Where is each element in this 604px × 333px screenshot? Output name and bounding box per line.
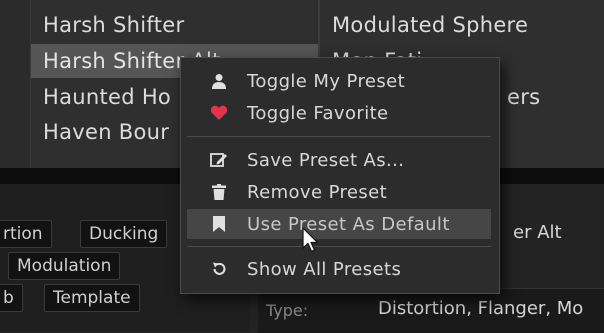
preset-item[interactable]: ers (495, 80, 604, 114)
mouse-pointer-icon (302, 227, 319, 253)
preset-item[interactable]: Harsh Shifter (31, 8, 319, 42)
preset-type-row: Type: Distortion, Flanger, Mo (258, 288, 604, 333)
menu-item-toggle-my-preset[interactable]: Toggle My Preset (187, 66, 491, 96)
tag-distortion[interactable]: rtion (0, 220, 52, 248)
trash-icon (209, 182, 229, 202)
bookmark-icon (209, 214, 229, 234)
tag-template[interactable]: Template (44, 284, 140, 312)
preset-item[interactable]: Modulated Sphere (320, 8, 604, 42)
menu-item-label: Remove Preset (247, 181, 388, 203)
tag-reverb[interactable]: b (0, 284, 23, 312)
menu-separator (187, 246, 491, 247)
menu-item-label: Use Preset As Default (247, 213, 450, 235)
menu-item-remove-preset[interactable]: Remove Preset (187, 177, 491, 207)
menu-separator (187, 136, 491, 137)
menu-item-label: Toggle My Preset (247, 70, 406, 92)
menu-item-show-all-presets[interactable]: Show All Presets (187, 254, 491, 284)
menu-item-label: Show All Presets (247, 258, 402, 280)
menu-item-label: Toggle Favorite (247, 102, 389, 124)
edit-icon (209, 150, 229, 170)
heart-icon (209, 103, 229, 123)
menu-item-save-preset-as[interactable]: Save Preset As... (187, 145, 491, 175)
tag-modulation[interactable]: Modulation (8, 252, 121, 280)
user-icon (209, 71, 229, 91)
tag-ducking[interactable]: Ducking (80, 220, 168, 248)
preset-name-preview: er Alt (513, 222, 562, 243)
preset-context-menu: Toggle My Preset Toggle Favorite Save Pr… (180, 57, 500, 294)
menu-item-toggle-favorite[interactable]: Toggle Favorite (187, 98, 491, 128)
menu-item-label: Save Preset As... (247, 149, 405, 171)
refresh-icon (209, 259, 229, 279)
type-label: Type: (266, 301, 309, 320)
menu-item-use-preset-as-default[interactable]: Use Preset As Default (187, 209, 491, 239)
type-value: Distortion, Flanger, Mo (378, 298, 584, 319)
